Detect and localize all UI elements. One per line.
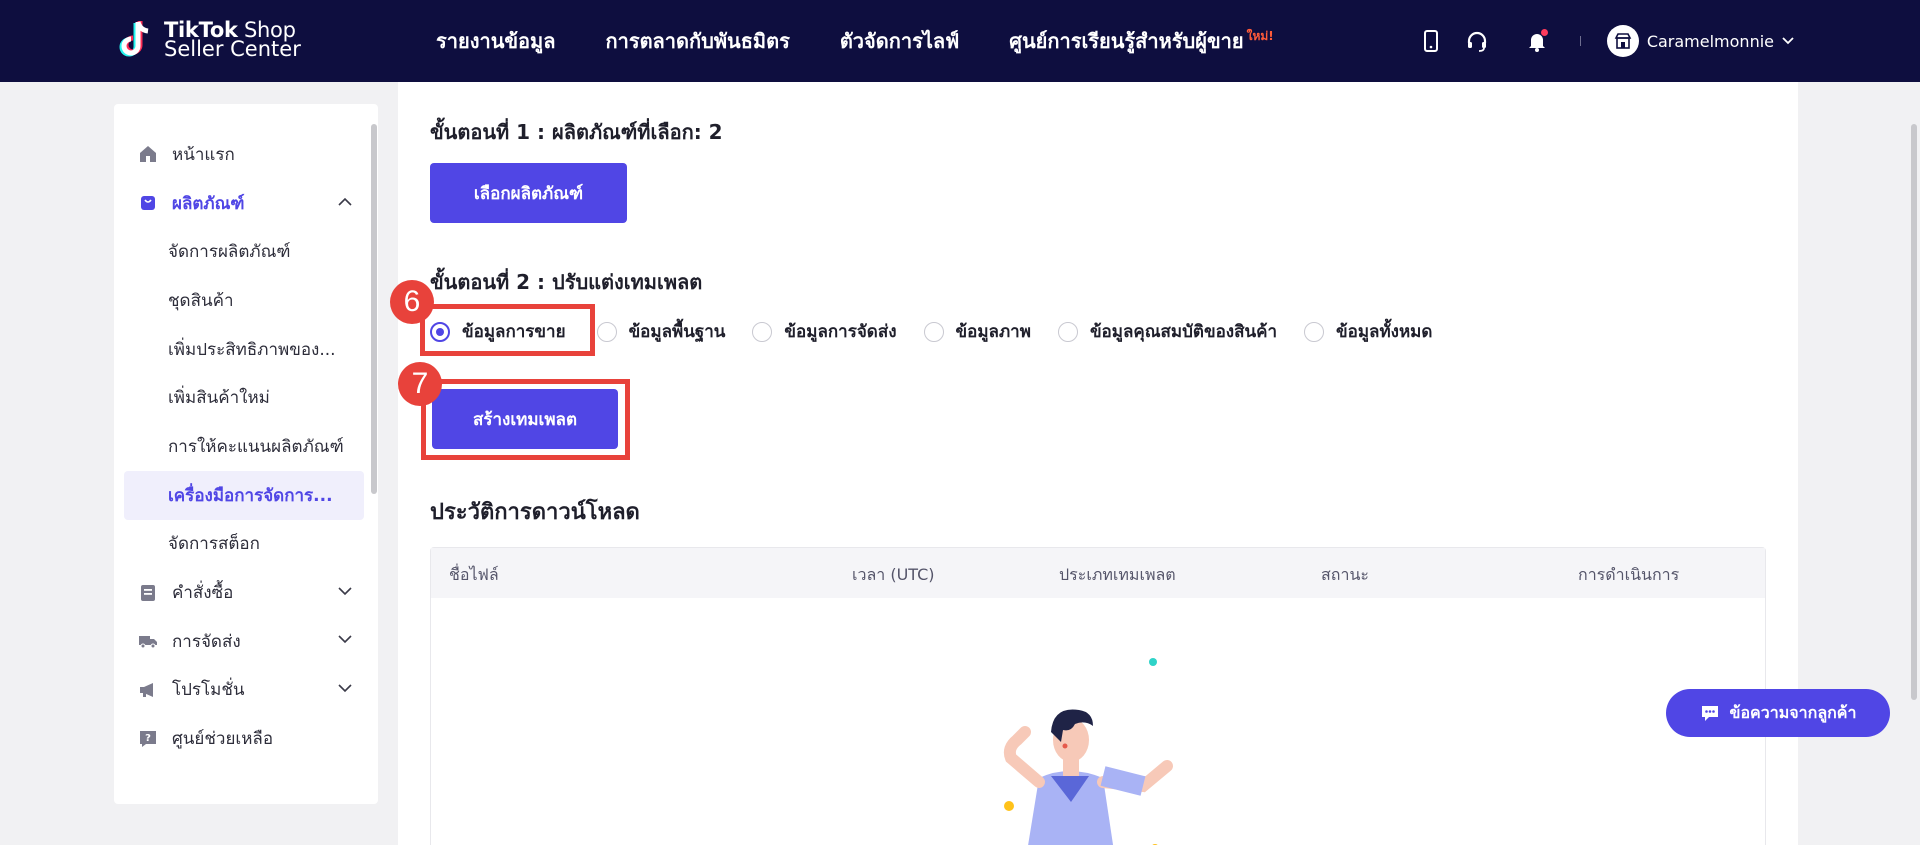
- step-marker-7: 7: [398, 362, 442, 406]
- sidebar-item-product-sets[interactable]: ชุดสินค้า: [114, 276, 364, 325]
- sidebar-item-label: เครื่องมือการจัดการ...: [168, 485, 333, 506]
- home-icon: [138, 144, 158, 164]
- radio-basic-info[interactable]: ข้อมูลพื้นฐาน: [596, 318, 726, 345]
- divider: [1579, 36, 1581, 46]
- radio-button[interactable]: [1057, 321, 1078, 342]
- sidebar-item-add-product[interactable]: เพิ่มสินค้าใหม่: [114, 373, 364, 422]
- chat-bubble-icon: [1701, 706, 1718, 721]
- sidebar-item-orders[interactable]: คำสั่งซื้อ: [114, 568, 364, 617]
- sidebar-item-label: ผลิตภัณฑ์: [172, 193, 245, 214]
- chevron-down-icon: [338, 684, 352, 693]
- customer-messages-button[interactable]: ข้อความจากลูกค้า: [1666, 689, 1890, 737]
- highlight-box-sales-info: [420, 304, 595, 356]
- bell-icon[interactable]: [1514, 21, 1560, 61]
- help-icon: ?: [138, 729, 158, 749]
- radio-label: ข้อมูลพื้นฐาน: [628, 322, 726, 342]
- radio-image-info[interactable]: ข้อมูลภาพ: [923, 318, 1031, 345]
- sidebar-item-product-rating[interactable]: การให้คะแนนผลิตภัณฑ์: [114, 422, 364, 471]
- sidebar-item-label: โปรโมชั่น: [172, 680, 245, 701]
- main-nav: รายงานข้อมูล การตลาดกับพันธมิตร ตัวจัดกา…: [436, 0, 1274, 82]
- select-products-button[interactable]: เลือกผลิตภัณฑ์: [430, 163, 627, 223]
- mobile-icon[interactable]: [1408, 21, 1454, 61]
- column-header-filename: ชื่อไฟล์: [449, 565, 499, 584]
- sidebar-item-label: ชุดสินค้า: [168, 290, 234, 311]
- nav-live-manager[interactable]: ตัวจัดการไลฟ์: [840, 25, 959, 57]
- radio-button[interactable]: [1304, 321, 1324, 342]
- download-history-table: ชื่อไฟล์ เวลา (UTC) ประเภทเทมเพลต สถานะ …: [430, 547, 1766, 845]
- sidebar-item-help-center[interactable]: ? ศูนย์ช่วยเหลือ: [114, 714, 364, 763]
- chevron-down-icon: [1782, 37, 1794, 45]
- sidebar-item-label: ศูนย์ช่วยเหลือ: [172, 729, 274, 750]
- column-header-time: เวลา (UTC): [852, 565, 935, 584]
- sidebar-item-promotions[interactable]: โปรโมชั่น: [114, 666, 364, 715]
- sidebar-item-bulk-tools[interactable]: เครื่องมือการจัดการ...: [124, 470, 364, 520]
- new-badge: ใหม่!: [1246, 29, 1274, 43]
- sidebar-item-label: คำสั่งซื้อ: [172, 583, 234, 604]
- store-avatar-icon: [1606, 25, 1639, 57]
- headset-icon[interactable]: [1454, 21, 1500, 61]
- radio-label: ข้อมูลคุณสมบัติของสินค้า: [1089, 322, 1277, 342]
- megaphone-icon: [138, 680, 158, 700]
- nav-seller-university[interactable]: ศูนย์การเรียนรู้สำหรับผู้ขาย ใหม่!: [1009, 25, 1273, 57]
- account-menu[interactable]: Caramelmonnie: [1606, 25, 1794, 57]
- column-header-actions: การดำเนินการ: [1578, 565, 1680, 584]
- column-header-template-type: ประเภทเทมเพลต: [1059, 565, 1176, 584]
- main-content: ขั้นตอนที่ 1 : ผลิตภัณฑ์ที่เลือก: 2 เลือ…: [398, 82, 1798, 845]
- chevron-down-icon: [338, 586, 352, 595]
- radio-shipping-info[interactable]: ข้อมูลการจัดส่ง: [752, 318, 897, 345]
- bag-icon: [138, 193, 158, 213]
- highlight-box-create-template: [421, 379, 630, 460]
- step2-title: ขั้นตอนที่ 2 : ปรับแต่งเทมเพลต: [430, 270, 703, 294]
- sidebar: หน้าแรก ผลิตภัณฑ์ จัดการผลิตภัณฑ์ ชุดสิน…: [114, 104, 378, 804]
- tiktok-shop-logo[interactable]: TikTok Shop Seller Center: [118, 18, 301, 62]
- radio-button[interactable]: [596, 321, 617, 342]
- scrollbar-thumb[interactable]: [1911, 124, 1917, 700]
- notification-dot: [1540, 29, 1548, 36]
- scrollbar-thumb[interactable]: [371, 124, 377, 494]
- step-marker-6: 6: [390, 280, 434, 324]
- radio-label: ข้อมูลการจัดส่ง: [784, 322, 897, 342]
- sidebar-scrollbar[interactable]: [370, 124, 378, 494]
- document-icon: [138, 583, 158, 603]
- sidebar-item-manage-products[interactable]: จัดการผลิตภัณฑ์: [114, 227, 364, 276]
- step1-title: ขั้นตอนที่ 1 : ผลิตภัณฑ์ที่เลือก: 2: [430, 120, 723, 144]
- chat-button-label: ข้อความจากลูกค้า: [1729, 702, 1857, 722]
- table-header: ชื่อไฟล์ เวลา (UTC) ประเภทเทมเพลต สถานะ …: [431, 548, 1765, 598]
- sidebar-item-label: จัดการผลิตภัณฑ์: [168, 242, 291, 263]
- column-header-status: สถานะ: [1321, 565, 1369, 584]
- page-scrollbar[interactable]: [1908, 82, 1920, 845]
- radio-label: ข้อมูลภาพ: [955, 322, 1031, 342]
- empty-state-illustration: [1003, 658, 1173, 845]
- radio-all-info[interactable]: ข้อมูลทั้งหมด: [1304, 318, 1432, 345]
- sidebar-item-label: การจัดส่ง: [172, 631, 241, 652]
- sidebar-item-products[interactable]: ผลิตภัณฑ์: [114, 179, 364, 228]
- top-navbar: TikTok Shop Seller Center รายงานข้อมูล ก…: [0, 0, 1920, 82]
- sidebar-item-label: หน้าแรก: [172, 144, 235, 165]
- svg-text:?: ?: [145, 733, 151, 744]
- download-history-title: ประวัติการดาวน์โหลด: [430, 500, 640, 525]
- radio-label: ข้อมูลทั้งหมด: [1336, 322, 1433, 342]
- sidebar-item-manage-stock[interactable]: จัดการสต็อก: [114, 520, 364, 569]
- radio-attributes-info[interactable]: ข้อมูลคุณสมบัติของสินค้า: [1057, 318, 1277, 345]
- sidebar-item-label: จัดการสต็อก: [168, 534, 260, 555]
- sidebar-item-label: การให้คะแนนผลิตภัณฑ์: [168, 436, 344, 457]
- logo-text-seller-center: Seller Center: [164, 37, 301, 61]
- radio-button[interactable]: [752, 321, 773, 342]
- tiktok-logo-icon: [118, 18, 156, 62]
- chevron-down-icon: [338, 635, 352, 644]
- account-name: Caramelmonnie: [1646, 31, 1774, 51]
- sidebar-item-home[interactable]: หน้าแรก: [114, 130, 364, 179]
- sidebar-item-label: เพิ่มสินค้าใหม่: [168, 388, 270, 409]
- chevron-up-icon: [338, 197, 352, 206]
- nav-affiliate-marketing[interactable]: การตลาดกับพันธมิตร: [605, 25, 789, 57]
- sidebar-item-optimize[interactable]: เพิ่มประสิทธิภาพของ...: [114, 325, 364, 374]
- truck-icon: [138, 631, 158, 651]
- sidebar-item-label: เพิ่มประสิทธิภาพของ...: [168, 339, 336, 360]
- sidebar-item-shipping[interactable]: การจัดส่ง: [114, 617, 364, 666]
- nav-data-report[interactable]: รายงานข้อมูล: [436, 25, 555, 57]
- radio-button[interactable]: [923, 321, 944, 342]
